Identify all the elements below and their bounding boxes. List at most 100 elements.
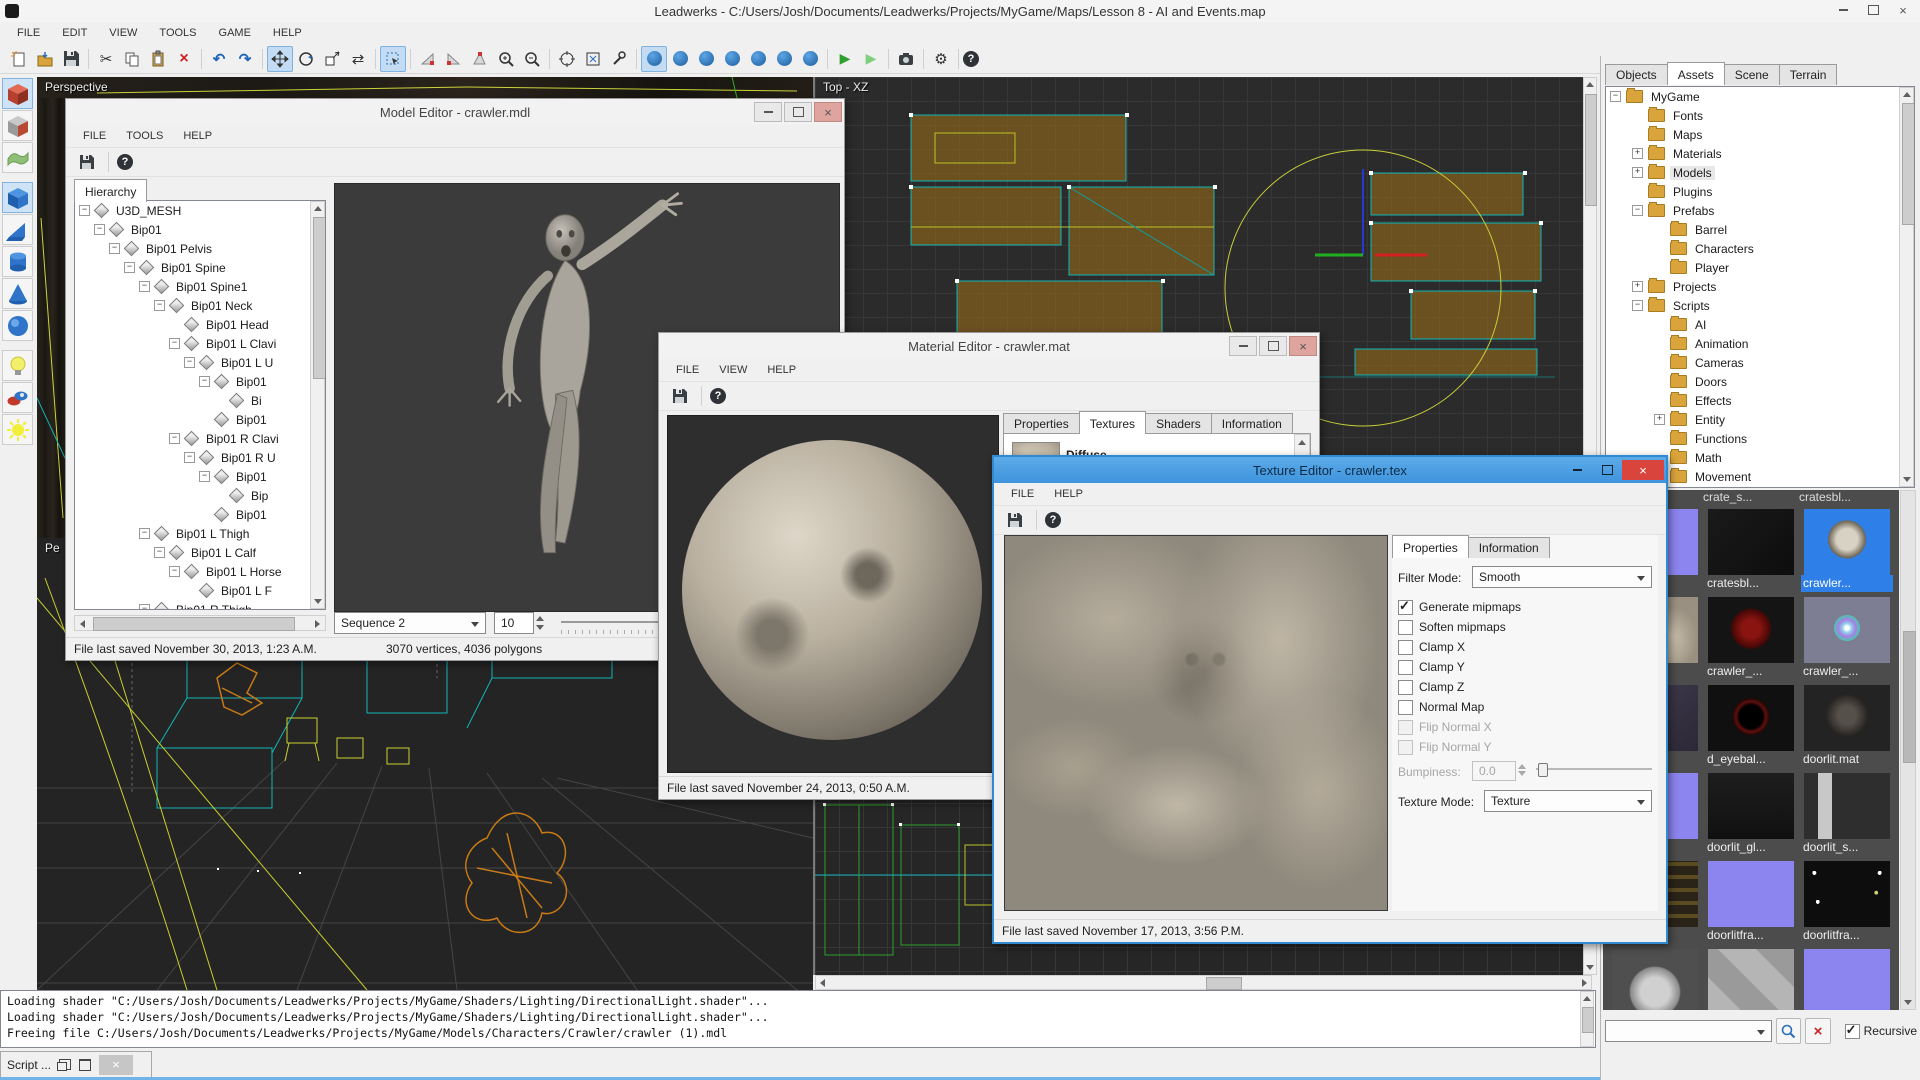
- model-tree-scrollbar[interactable]: [310, 201, 325, 609]
- import-icon[interactable]: [32, 46, 58, 72]
- texture-option-row[interactable]: Flip Normal Y: [1398, 737, 1521, 757]
- assets-tree-row[interactable]: Cameras: [1606, 353, 1914, 372]
- texture-editor-save-icon[interactable]: [1002, 507, 1028, 533]
- texture-mode-dropdown[interactable]: Texture: [1484, 790, 1652, 812]
- tree-expander-icon[interactable]: [184, 357, 195, 368]
- rotate-axis-icon[interactable]: [467, 46, 493, 72]
- console-scrollbar[interactable]: [1580, 991, 1594, 1047]
- material-editor-menu-item[interactable]: HELP: [758, 361, 805, 379]
- model-tree-row[interactable]: U3D_MESH: [75, 201, 325, 220]
- menu-item[interactable]: GAME: [210, 24, 260, 42]
- bumpiness-input[interactable]: 0.0: [1472, 761, 1516, 781]
- material-editor-maximize-button[interactable]: [1259, 336, 1287, 356]
- model-tree-row[interactable]: Bip01 L U: [75, 353, 325, 372]
- recursive-checkbox[interactable]: [1844, 1022, 1860, 1039]
- texture-editor-close-button[interactable]: ×: [1622, 460, 1664, 480]
- asset-item[interactable]: doorlit_s...: [1801, 773, 1893, 856]
- panel-tab[interactable]: Terrain: [1778, 64, 1838, 85]
- cut-icon[interactable]: ✂: [93, 46, 119, 72]
- new-icon[interactable]: [6, 46, 32, 72]
- tree-expander-icon[interactable]: [154, 547, 165, 558]
- material-editor-tab[interactable]: Information: [1210, 413, 1293, 434]
- model-tree-row[interactable]: Bip01: [75, 505, 325, 524]
- model-editor-maximize-button[interactable]: [784, 102, 812, 122]
- model-editor-minimize-button[interactable]: [754, 102, 782, 122]
- frame-spinner[interactable]: [536, 612, 549, 634]
- model-tree-hscrollbar[interactable]: [74, 615, 326, 631]
- asset-thumbnail[interactable]: [1612, 949, 1698, 1010]
- texture-preview[interactable]: [1004, 535, 1388, 911]
- assets-tree-row[interactable]: Characters: [1606, 239, 1914, 258]
- model-tree-row[interactable]: Bip01 L Thigh: [75, 524, 325, 543]
- model-editor-save-icon[interactable]: [74, 149, 100, 175]
- tree-expander-icon[interactable]: [139, 604, 150, 609]
- cube-primitive-tool[interactable]: [2, 182, 33, 213]
- tree-expander-icon[interactable]: [109, 243, 120, 254]
- maximize-button[interactable]: [1858, 1, 1888, 19]
- asset-thumbnail[interactable]: [1804, 597, 1890, 663]
- asset-label-partial[interactable]: cratesbl...: [1799, 490, 1895, 504]
- tree-expander-icon[interactable]: [1632, 167, 1643, 178]
- redo-icon[interactable]: ↷: [232, 46, 258, 72]
- screenshot-icon[interactable]: [893, 46, 919, 72]
- texture-option-checkbox[interactable]: [1398, 719, 1413, 735]
- menu-item[interactable]: HELP: [264, 24, 311, 42]
- assets-tree-row[interactable]: Animation: [1606, 334, 1914, 353]
- tree-expander-icon[interactable]: [199, 376, 210, 387]
- model-tree-row[interactable]: Bip01 Neck: [75, 296, 325, 315]
- close-button[interactable]: ×: [1888, 1, 1918, 19]
- minimize-button[interactable]: [1828, 1, 1858, 19]
- maximize-icon[interactable]: [79, 1058, 92, 1071]
- paste-icon[interactable]: [145, 46, 171, 72]
- assets-tree-row[interactable]: Player: [1606, 258, 1914, 277]
- asset-browser-scrollbar[interactable]: [1900, 490, 1916, 1010]
- asset-thumbnail[interactable]: [1708, 509, 1794, 575]
- assets-tree-row[interactable]: Effects: [1606, 391, 1914, 410]
- asset-thumbnail[interactable]: [1804, 509, 1890, 575]
- tree-expander-icon[interactable]: [124, 262, 135, 273]
- model-tree-row[interactable]: Bip01 Spine: [75, 258, 325, 277]
- target-camera-icon[interactable]: [554, 46, 580, 72]
- zoom-out-icon[interactable]: [519, 46, 545, 72]
- texture-option-checkbox[interactable]: [1398, 659, 1413, 675]
- texture-editor-menu-item[interactable]: FILE: [1002, 485, 1043, 503]
- tree-expander-icon[interactable]: [184, 452, 195, 463]
- model-tree-row[interactable]: Bip01 L Horse: [75, 562, 325, 581]
- assets-tree-row[interactable]: Materials: [1606, 144, 1914, 163]
- sequence-dropdown[interactable]: Sequence 2: [334, 612, 486, 634]
- zoom-in-icon[interactable]: [493, 46, 519, 72]
- assets-tree-row[interactable]: Models: [1606, 163, 1914, 182]
- asset-item[interactable]: d_eyebal...: [1705, 685, 1797, 768]
- texture-option-row[interactable]: Soften mipmaps: [1398, 617, 1521, 637]
- model-tree-row[interactable]: Bip01 Head: [75, 315, 325, 334]
- tree-expander-icon[interactable]: [169, 566, 180, 577]
- tree-expander-icon[interactable]: [199, 471, 210, 482]
- viewport-layout-6-icon[interactable]: [771, 46, 797, 72]
- menu-item[interactable]: EDIT: [53, 24, 96, 42]
- model-tree-row[interactable]: Bip01: [75, 220, 325, 239]
- tree-expander-icon[interactable]: [1610, 91, 1621, 102]
- texture-option-checkbox[interactable]: [1398, 598, 1413, 615]
- texture-option-row[interactable]: Generate mipmaps: [1398, 597, 1521, 617]
- frame-input[interactable]: 10: [494, 612, 534, 634]
- asset-item[interactable]: doorlit_gl...: [1705, 773, 1797, 856]
- script-close-button[interactable]: ×: [99, 1054, 134, 1075]
- material-editor-help-icon[interactable]: ?: [710, 388, 726, 404]
- sphere-primitive-tool[interactable]: [2, 310, 33, 341]
- menu-item[interactable]: VIEW: [100, 24, 146, 42]
- tree-expander-icon[interactable]: [1632, 300, 1643, 311]
- assets-tree-row[interactable]: Plugins: [1606, 182, 1914, 201]
- scale-tool-icon[interactable]: [319, 46, 345, 72]
- assets-tree-row[interactable]: AI: [1606, 315, 1914, 334]
- model-editor-menu-item[interactable]: TOOLS: [117, 127, 172, 145]
- spot-light-tool[interactable]: [2, 382, 33, 413]
- material-editor-menu-item[interactable]: FILE: [667, 361, 708, 379]
- point-light-tool[interactable]: [2, 350, 33, 381]
- tree-expander-icon[interactable]: [139, 281, 150, 292]
- model-editor-menu-item[interactable]: FILE: [74, 127, 115, 145]
- material-preview-viewport[interactable]: [667, 415, 999, 773]
- mirror-tool-icon[interactable]: ⇄: [345, 46, 371, 72]
- assets-tree-row[interactable]: Entity: [1606, 410, 1914, 429]
- model-tree-row[interactable]: Bip01 R U: [75, 448, 325, 467]
- asset-item-partial[interactable]: [1609, 949, 1701, 1010]
